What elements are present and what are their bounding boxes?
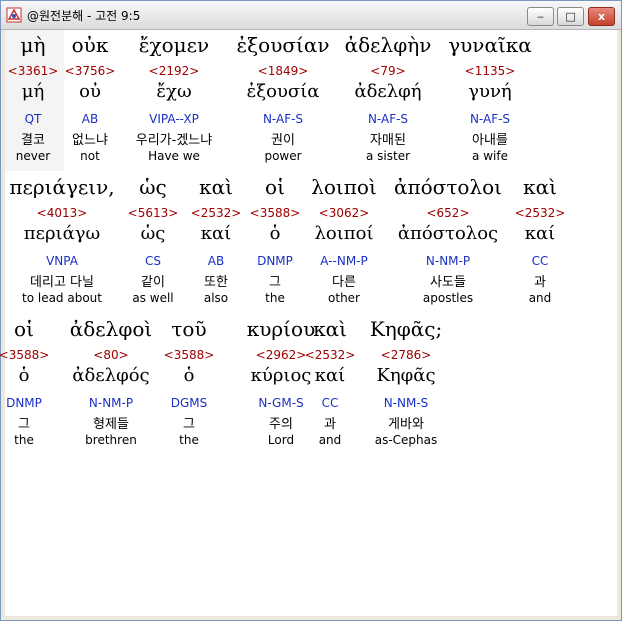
greek-word: καὶ: [523, 175, 557, 199]
app-icon: [6, 7, 22, 23]
greek-word: ἐξουσίαν: [236, 33, 330, 57]
parsing-code: VIPA--XP: [149, 112, 199, 126]
lemma: ἔχω: [156, 81, 192, 102]
title-bar[interactable]: @원전분해 - 고전 9:5 ‒ □ x: [1, 1, 621, 30]
app-window: @원전분해 - 고전 9:5 ‒ □ x μὴ <3361> μή QT 결코 never…: [0, 0, 622, 621]
lemma: καί: [524, 223, 556, 244]
korean-gloss: 게바와: [388, 417, 424, 432]
lemma: ἐξουσία: [246, 81, 320, 102]
english-gloss: and: [528, 291, 552, 305]
strong-number: <1135>: [464, 64, 516, 78]
greek-word: λοιποὶ: [311, 175, 377, 199]
lemma: λοιποί: [314, 223, 374, 244]
korean-gloss: 우리가-겠느냐: [135, 133, 213, 148]
english-gloss: a wife: [472, 149, 508, 163]
strong-number: <1849>: [257, 64, 309, 78]
korean-gloss: 다른: [332, 275, 356, 290]
parsing-code: A--NM-P: [320, 254, 368, 268]
greek-word: Κηφᾶς;: [369, 317, 443, 341]
english-gloss: Have we: [148, 149, 200, 163]
greek-word: γυναῖκα: [448, 33, 532, 57]
parsing-code: CC: [531, 254, 549, 268]
greek-word: ἔχομεν: [138, 33, 210, 57]
korean-gloss: 아내를: [472, 133, 508, 148]
close-button[interactable]: x: [588, 7, 615, 26]
english-gloss: other: [328, 291, 360, 305]
maximize-button[interactable]: □: [557, 7, 584, 26]
korean-gloss: 과: [534, 275, 546, 290]
korean-gloss: 권이: [271, 133, 295, 148]
interlinear-panel[interactable]: μὴ <3361> μή QT 결코 never οὐκ <3756> οὐ AB 없느냐 not ἔχ…: [0, 30, 617, 616]
parsing-code: N-NM-S: [383, 396, 429, 410]
strong-number: <3062>: [318, 206, 370, 220]
english-gloss: power: [264, 149, 302, 163]
parsing-code: N-AF-S: [262, 112, 304, 126]
strong-number: <2786>: [380, 348, 432, 362]
english-gloss: as-Cephas: [374, 433, 438, 447]
minimize-button[interactable]: ‒: [527, 7, 554, 26]
strong-number: <2532>: [514, 206, 566, 220]
lemma: γυνή: [468, 81, 512, 102]
lemma: Κηφᾶς: [376, 365, 436, 386]
window-title: @원전분해 - 고전 9:5: [27, 9, 141, 23]
strong-number: <2192>: [148, 64, 200, 78]
parsing-code: N-AF-S: [469, 112, 511, 126]
